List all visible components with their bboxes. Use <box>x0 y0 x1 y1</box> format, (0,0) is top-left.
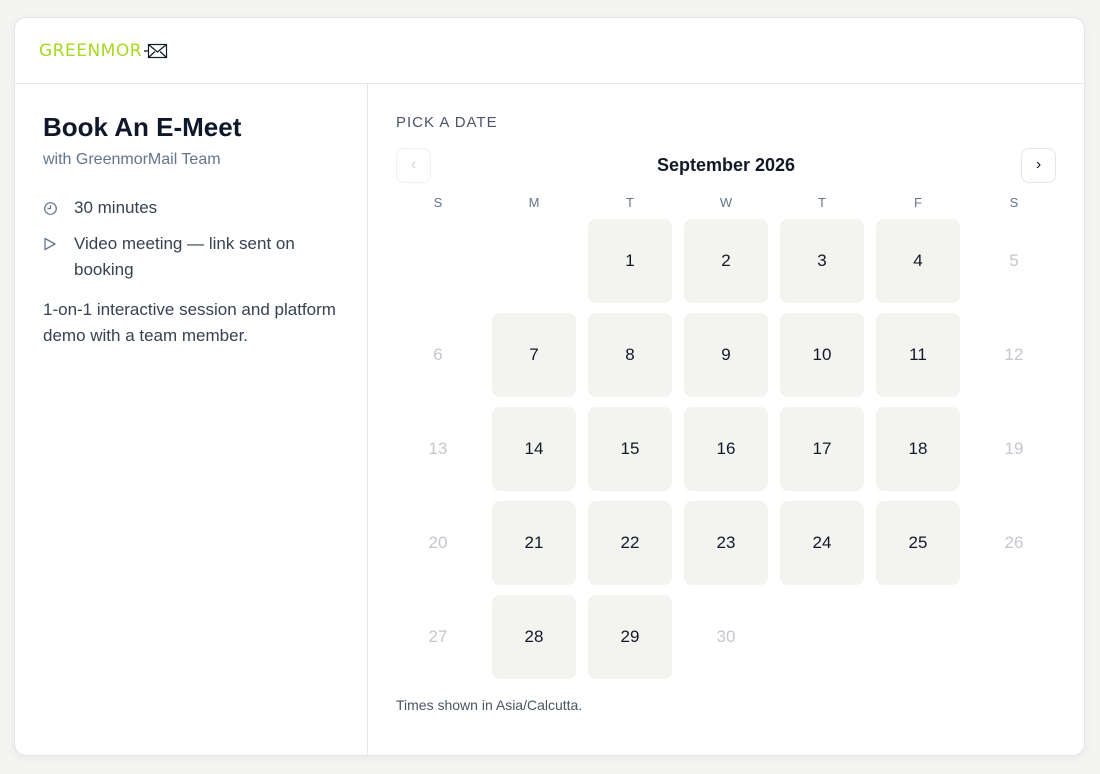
calendar-day-unavailable: 13 <box>428 439 448 458</box>
calendar-day-unavailable: 27 <box>428 627 448 646</box>
event-location-text: Video meeting — link sent on booking <box>74 234 295 279</box>
calendar-day-available[interactable]: 29 <box>588 595 672 679</box>
calendar-day-available[interactable]: 21 <box>492 501 576 585</box>
booking-card: GREENMOR Book An E-Meet with GreenmorMai… <box>14 17 1085 756</box>
calendar-day-available[interactable]: 1 <box>588 219 672 303</box>
event-host: with GreenmorMail Team <box>43 151 221 168</box>
calendar-day-available[interactable]: 15 <box>588 407 672 491</box>
calendar-day-available[interactable]: 9 <box>684 313 768 397</box>
weekday-label: M <box>528 195 540 210</box>
event-title: Book An E-Meet <box>43 112 242 142</box>
play-icon <box>43 231 74 257</box>
pick-date-label: PICK A DATE <box>396 114 498 131</box>
envelope-icon <box>144 43 168 59</box>
weekday-label: S <box>1009 195 1019 210</box>
calendar-day-available[interactable]: 11 <box>876 313 960 397</box>
calendar-day-unavailable: 6 <box>433 345 443 364</box>
date-picker-panel: PICK A DATE ‹ September 2026 › S M T W T F S 1… <box>368 84 1084 755</box>
weekday-label: S <box>433 195 443 210</box>
calendar-day-available[interactable]: 2 <box>684 219 768 303</box>
weekday-label: T <box>626 195 634 210</box>
calendar-day-unavailable: 30 <box>716 627 736 646</box>
event-duration: 30 minutes <box>43 195 339 221</box>
card-header: GREENMOR <box>15 18 1084 84</box>
calendar-day-available[interactable]: 22 <box>588 501 672 585</box>
clock-icon <box>43 195 74 221</box>
calendar-day-unavailable: 12 <box>1004 345 1024 364</box>
event-duration-text: 30 minutes <box>74 198 158 217</box>
calendar-day-available[interactable]: 7 <box>492 313 576 397</box>
calendar-day-available[interactable]: 4 <box>876 219 960 303</box>
calendar-day-unavailable: 19 <box>1004 439 1024 458</box>
calendar-day-available[interactable]: 24 <box>780 501 864 585</box>
calendar-day-unavailable: 20 <box>428 533 448 552</box>
timezone-note: Times shown in Asia/Calcutta. <box>396 697 583 713</box>
calendar-day-available[interactable]: 10 <box>780 313 864 397</box>
next-month-button[interactable]: › <box>1020 147 1056 183</box>
month-nav: ‹ September 2026 › <box>396 147 1056 183</box>
calendar-day-unavailable: 5 <box>1009 251 1019 270</box>
calendar-day-available[interactable]: 28 <box>492 595 576 679</box>
calendar-blank-cell <box>396 219 480 303</box>
calendar-day-unavailable: 26 <box>1004 533 1024 552</box>
calendar-blank-cell <box>492 219 576 303</box>
month-title: September 2026 <box>656 154 796 175</box>
calendar-day-available[interactable]: 8 <box>588 313 672 397</box>
brand-logo-text: GREENMOR <box>39 40 143 61</box>
brand-logo: GREENMOR <box>39 41 168 61</box>
weekday-label: T <box>818 195 826 210</box>
calendar-day-available[interactable]: 3 <box>780 219 864 303</box>
prev-month-button[interactable]: ‹ <box>396 147 431 183</box>
calendar-day-available[interactable]: 14 <box>492 407 576 491</box>
calendar-day-available[interactable]: 23 <box>684 501 768 585</box>
card-body: Book An E-Meet with GreenmorMail Team 30… <box>15 84 1084 755</box>
weekday-header: SMTWTFS <box>396 193 1056 213</box>
calendar-day-available[interactable]: 17 <box>780 407 864 491</box>
calendar-grid: 1 2 3 4 5 6 7 8 9 10 11 12 13 14 15 16 17 18 19 20 21 22 23 24 2… <box>396 219 1056 679</box>
calendar-day-available[interactable]: 18 <box>876 407 960 491</box>
weekday-label: F <box>914 195 922 210</box>
calendar-day-available[interactable]: 16 <box>684 407 768 491</box>
event-details-panel: Book An E-Meet with GreenmorMail Team 30… <box>15 84 368 755</box>
weekday-label: W <box>719 195 733 210</box>
event-description: 1-on-1 interactive session and platform … <box>43 300 336 345</box>
event-location: Video meeting — link sent on booking <box>43 231 339 283</box>
calendar-day-available[interactable]: 25 <box>876 501 960 585</box>
